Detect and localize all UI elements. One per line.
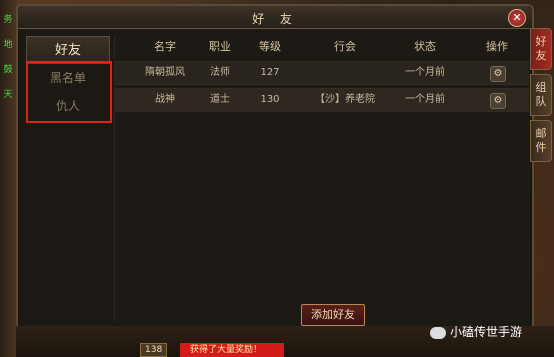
friend-class: 法师 <box>210 67 230 78</box>
gear-icon[interactable]: ⚙ <box>490 66 506 82</box>
column-header-class: 职业 <box>209 40 231 53</box>
table-row[interactable]: 战神 道士 130 【沙】养老院 一个月前 ⚙ <box>115 88 529 112</box>
tabs-highlight-outline <box>26 61 112 123</box>
friends-table: 名字 职业 等级 行会 状态 操作 隋朝孤风 法师 127 一个月前 ⚙ 战神 … <box>114 36 529 326</box>
friends-window: 好 友 ✕ 好友 黑名单 仇人 名字 职业 等级 行会 状态 操作 隋朝孤风 法… <box>16 4 534 330</box>
friend-guild: 【沙】养老院 <box>315 94 375 105</box>
tab-friends[interactable]: 好友 <box>26 36 110 64</box>
watermark: 小磕传世手游 <box>430 323 522 340</box>
column-header-guild: 行会 <box>334 40 356 53</box>
column-header-level: 等级 <box>259 40 281 53</box>
column-header-status: 状态 <box>414 40 436 53</box>
add-friend-button[interactable]: 添加好友 <box>301 304 365 326</box>
friend-class: 道士 <box>210 94 230 105</box>
friend-level: 127 <box>260 67 280 78</box>
level-badge: 138 <box>140 343 168 357</box>
window-title: 好 友 <box>252 12 298 26</box>
friend-status: 一个月前 <box>405 94 445 105</box>
title-bar: 好 友 ✕ <box>18 6 532 29</box>
close-icon[interactable]: ✕ <box>508 9 526 27</box>
left-hud-text-2: 地 <box>3 40 13 50</box>
left-hud-text-4: 天 <box>3 90 13 100</box>
left-hud-strip: 务 地 鼓 天 <box>0 0 16 357</box>
left-hud-text-3: 鼓 <box>3 65 13 75</box>
friend-name: 战神 <box>155 94 175 105</box>
friend-status: 一个月前 <box>405 67 445 78</box>
friend-level: 130 <box>260 94 280 105</box>
side-tab-mail[interactable]: 邮件 <box>530 120 552 162</box>
table-header: 名字 职业 等级 行会 状态 操作 <box>115 36 529 58</box>
gear-icon[interactable]: ⚙ <box>490 93 506 109</box>
watermark-text: 小磕传世手游 <box>450 325 523 339</box>
side-tab-team[interactable]: 组队 <box>530 74 552 116</box>
column-header-name: 名字 <box>154 40 176 53</box>
column-header-action: 操作 <box>486 40 508 53</box>
friend-name: 隋朝孤风 <box>145 67 185 78</box>
table-row[interactable]: 隋朝孤风 法师 127 一个月前 ⚙ <box>115 61 529 85</box>
friend-guild <box>305 62 385 84</box>
left-hud-text-1: 务 <box>3 15 13 25</box>
reward-toast: 获得了大量奖励！ <box>180 343 284 357</box>
side-tabs: 好友 组队 邮件 <box>530 28 552 166</box>
side-tab-friends[interactable]: 好友 <box>530 28 552 70</box>
wechat-icon <box>430 326 446 339</box>
